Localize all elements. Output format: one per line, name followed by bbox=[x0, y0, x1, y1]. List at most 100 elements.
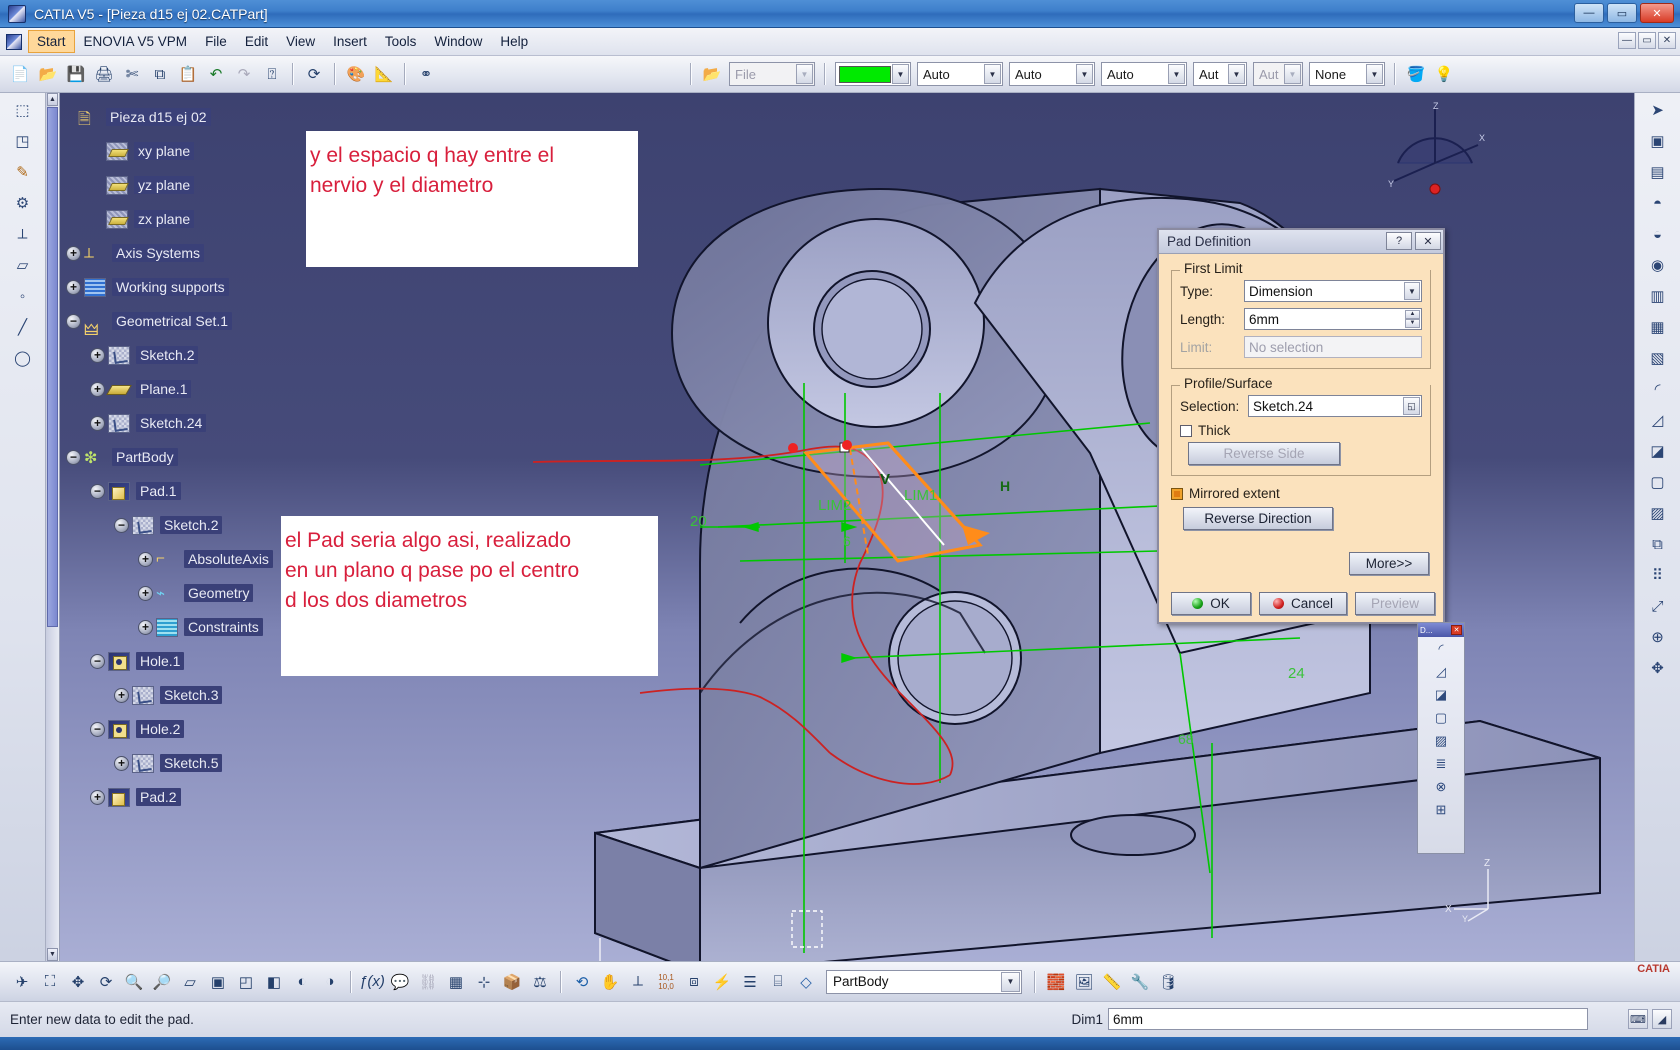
tree-node-plane-1[interactable]: + Plane.1 bbox=[60, 372, 390, 406]
select-arrow-icon[interactable]: ➤ bbox=[1643, 96, 1673, 124]
chevron-down-icon[interactable]: ▼ bbox=[1001, 971, 1020, 992]
plane-icon[interactable]: ▱ bbox=[8, 251, 38, 279]
more-button[interactable]: More>> bbox=[1349, 552, 1429, 575]
linetype-combo[interactable]: Auto ▼ bbox=[917, 62, 1003, 86]
tree-node-sketch-3[interactable]: + Sketch.3 bbox=[60, 678, 390, 712]
chevron-down-icon[interactable]: ▼ bbox=[1076, 64, 1093, 84]
chevron-down-icon[interactable]: ▼ bbox=[1168, 64, 1185, 84]
file-combo[interactable]: File ▼ bbox=[729, 62, 815, 86]
tree-expander[interactable]: + bbox=[90, 789, 105, 805]
mirrored-extent-checkbox[interactable] bbox=[1171, 487, 1183, 500]
paint-bucket-icon[interactable]: 🪣 bbox=[1403, 61, 1429, 87]
selection-input[interactable]: Sketch.24 ◱ bbox=[1248, 395, 1422, 417]
comment-icon[interactable]: 💬 bbox=[387, 969, 413, 995]
inertia-icon[interactable]: 🛢 bbox=[1155, 969, 1181, 995]
thickness-icon[interactable]: ▨ bbox=[1429, 730, 1453, 752]
tree-node-hole-2[interactable]: − Hole.2 bbox=[60, 712, 390, 746]
shaft-tool-icon[interactable]: ◓ bbox=[1643, 189, 1673, 217]
circle-icon[interactable]: ◯ bbox=[8, 344, 38, 372]
chevron-down-icon[interactable]: ▼ bbox=[796, 64, 813, 84]
tree-expander[interactable]: − bbox=[90, 653, 105, 669]
open-icon[interactable]: 📂 bbox=[35, 61, 61, 87]
transform-tool-icon[interactable]: ✥ bbox=[1643, 654, 1673, 682]
chamfer-tool-icon[interactable]: ◿ bbox=[1643, 406, 1673, 434]
axis-snap-icon[interactable]: ⟂ bbox=[625, 969, 651, 995]
close-button[interactable]: ✕ bbox=[1640, 3, 1674, 23]
chevron-down-icon[interactable]: ▼ bbox=[1404, 282, 1420, 300]
thick-checkbox[interactable] bbox=[1180, 424, 1192, 437]
lighting-icon[interactable]: 💡 bbox=[1431, 61, 1457, 87]
tree-node-partbody[interactable]: − ❇ PartBody bbox=[60, 440, 390, 474]
tree-expander[interactable]: − bbox=[66, 449, 81, 465]
normal-view-icon[interactable]: ◳ bbox=[8, 127, 38, 155]
tree-expander[interactable]: − bbox=[114, 517, 129, 533]
pattern-tool-icon[interactable]: ⠿ bbox=[1643, 561, 1673, 589]
tree-node-working-supports[interactable]: + Working supports bbox=[60, 270, 390, 304]
menu-item-file[interactable]: File bbox=[196, 30, 236, 53]
scroll-down-arrow[interactable]: ▼ bbox=[47, 948, 58, 961]
chevron-down-icon[interactable]: ▼ bbox=[892, 64, 909, 84]
normal-view-icon[interactable]: ▱ bbox=[177, 969, 203, 995]
swap-visible-icon[interactable]: ◑ bbox=[317, 969, 343, 995]
rendering-style-combo[interactable]: None ▼ bbox=[1309, 62, 1385, 86]
update-icon[interactable]: ⟳ bbox=[301, 61, 327, 87]
layer-combo[interactable]: Aut ▼ bbox=[1253, 62, 1303, 86]
tree-expander[interactable]: + bbox=[90, 415, 105, 431]
fillet-tool-icon[interactable]: ◜ bbox=[1643, 375, 1673, 403]
remove-face-icon[interactable]: ⊗ bbox=[1429, 776, 1453, 798]
color-combo[interactable]: ▼ bbox=[835, 62, 911, 86]
hole-tool-icon[interactable]: ◉ bbox=[1643, 251, 1673, 279]
dialog-close-button[interactable]: ✕ bbox=[1415, 232, 1441, 250]
scroll-up-arrow[interactable]: ▲ bbox=[47, 93, 58, 106]
tree-scrollbar[interactable]: ▲ ▼ bbox=[46, 93, 60, 961]
length-input[interactable]: 6mm ▲ ▼ bbox=[1244, 308, 1422, 330]
mirror-tool-icon[interactable]: ⧉ bbox=[1643, 530, 1673, 558]
fit-all-icon[interactable]: ⬚ bbox=[8, 96, 38, 124]
shell-icon[interactable]: ▢ bbox=[1429, 707, 1453, 729]
tree-expander[interactable]: + bbox=[90, 347, 105, 363]
fillet-icon[interactable]: ◜ bbox=[1429, 638, 1453, 660]
snap-icon[interactable]: ⧈ bbox=[681, 969, 707, 995]
manipulate-icon[interactable]: ✋ bbox=[597, 969, 623, 995]
thick-checkbox-row[interactable]: Thick bbox=[1180, 423, 1422, 438]
isometric-view-icon[interactable]: ◰ bbox=[233, 969, 259, 995]
chevron-down-icon[interactable]: ▼ bbox=[1284, 64, 1301, 84]
quick-select-icon[interactable]: ⚡ bbox=[709, 969, 735, 995]
body-select-icon[interactable]: ◇ bbox=[793, 969, 819, 995]
sketcher-icon[interactable]: ✎ bbox=[8, 158, 38, 186]
rotate-icon[interactable]: ⟳ bbox=[93, 969, 119, 995]
update-all-icon[interactable]: ⟲ bbox=[569, 969, 595, 995]
tree-node-geometrical-set[interactable]: − 🜲 Geometrical Set.1 bbox=[60, 304, 390, 339]
menu-item-edit[interactable]: Edit bbox=[236, 30, 277, 53]
tree-nav-icon[interactable]: ⌸ bbox=[765, 969, 791, 995]
tree-expander[interactable] bbox=[88, 144, 103, 159]
tree-node-sketch-24[interactable]: + Sketch.24 bbox=[60, 406, 390, 440]
axis-icon[interactable]: ⟂ bbox=[8, 220, 38, 248]
type-combo[interactable]: Dimension ▼ bbox=[1244, 280, 1422, 302]
cancel-button[interactable]: Cancel bbox=[1259, 592, 1347, 615]
chevron-down-icon[interactable]: ▼ bbox=[1366, 64, 1383, 84]
tree-expander[interactable]: + bbox=[114, 687, 129, 703]
keyboard-icon[interactable]: ⌨ bbox=[1628, 1009, 1648, 1029]
apply-material-icon[interactable]: 🎨 bbox=[343, 61, 369, 87]
help-button[interactable]: ? bbox=[1386, 232, 1412, 250]
tree-expander[interactable]: − bbox=[66, 313, 81, 329]
mirrored-extent-row[interactable]: Mirrored extent bbox=[1171, 486, 1431, 501]
pad-tool-icon[interactable]: ▣ bbox=[1643, 127, 1673, 155]
grid-icon[interactable]: ▦ bbox=[443, 969, 469, 995]
pad-definition-dialog[interactable]: Pad Definition ? ✕ First Limit Type: Dim… bbox=[1157, 228, 1445, 624]
menu-item-enovia[interactable]: ENOVIA V5 VPM bbox=[75, 30, 197, 53]
multi-view-icon[interactable]: ▣ bbox=[205, 969, 231, 995]
shell-tool-icon[interactable]: ▢ bbox=[1643, 468, 1673, 496]
tree-expander[interactable]: + bbox=[138, 585, 153, 601]
menu-item-tools[interactable]: Tools bbox=[376, 30, 426, 53]
chamfer-icon[interactable]: ◿ bbox=[1429, 661, 1453, 683]
thickness-tool-icon[interactable]: ▨ bbox=[1643, 499, 1673, 527]
menu-item-insert[interactable]: Insert bbox=[324, 30, 376, 53]
pick-sketch-icon[interactable]: ◱ bbox=[1403, 397, 1420, 415]
coordinates-icon[interactable]: 10,1 10,0 bbox=[653, 969, 679, 995]
reverse-direction-button[interactable]: Reverse Direction bbox=[1183, 507, 1333, 530]
render-icon[interactable]: 🖼 bbox=[1071, 969, 1097, 995]
settings-icon[interactable]: ⚙ bbox=[8, 189, 38, 217]
paste-icon[interactable]: 📋 bbox=[175, 61, 201, 87]
